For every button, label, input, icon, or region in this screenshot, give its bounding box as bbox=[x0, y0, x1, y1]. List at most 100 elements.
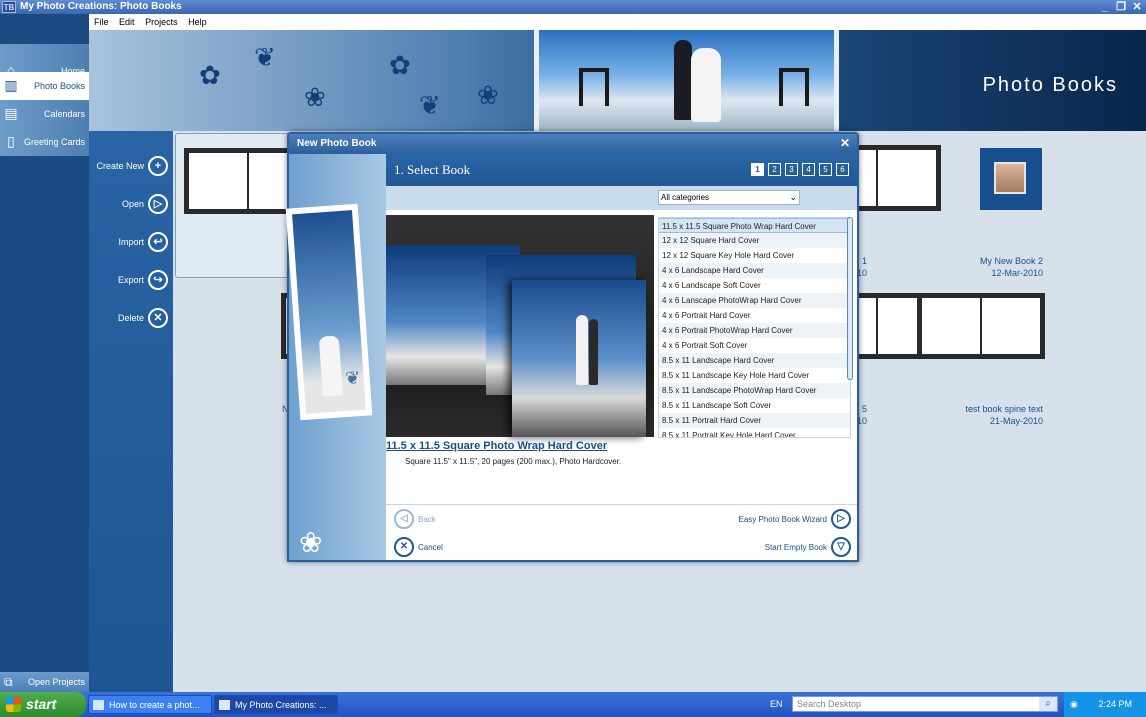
selected-book-description: Square 11.5" x 11.5", 20 pages (200 max.… bbox=[405, 457, 622, 466]
list-item[interactable]: 4 x 6 Landscape Soft Cover bbox=[659, 278, 850, 293]
windows-logo-icon bbox=[6, 697, 21, 712]
action-label: Create New bbox=[96, 161, 144, 171]
list-item[interactable]: 4 x 6 Lanscape PhotoWrap Hard Cover bbox=[659, 293, 850, 308]
minimize-button[interactable]: _ bbox=[1098, 0, 1112, 14]
search-icon[interactable]: ⌕ bbox=[1039, 697, 1057, 711]
book-name: test book spine text bbox=[965, 404, 1043, 414]
selected-book-name[interactable]: 11.5 x 11.5 Square Photo Wrap Hard Cover bbox=[386, 440, 607, 452]
delete-button[interactable]: Delete ✕ bbox=[118, 306, 168, 330]
network-icon[interactable]: ◉ bbox=[1070, 692, 1078, 717]
sidebar-item-greeting-cards[interactable]: ▯ Greeting Cards bbox=[0, 128, 89, 156]
step-4-button[interactable]: 4 bbox=[802, 163, 815, 176]
close-button[interactable]: ✕ bbox=[1130, 0, 1144, 14]
clock[interactable]: 2:24 PM bbox=[1098, 699, 1132, 709]
menu-bar: File Edit Projects Help bbox=[89, 14, 1146, 30]
play-icon: ▷ bbox=[148, 194, 168, 214]
step-3-button[interactable]: 3 bbox=[785, 163, 798, 176]
menu-projects[interactable]: Projects bbox=[142, 14, 181, 30]
list-item[interactable]: 12 x 12 Square Key Hole Hard Cover bbox=[659, 248, 850, 263]
new-photo-book-dialog: New Photo Book ✕ ❦ ❀ 1. Select Book 1 2 … bbox=[285, 132, 859, 562]
empty-label: Start Empty Book bbox=[764, 542, 827, 552]
menu-help[interactable]: Help bbox=[185, 14, 210, 30]
sidebar-item-label: Calendars bbox=[43, 109, 85, 119]
export-button[interactable]: Export ↪ bbox=[118, 268, 168, 292]
list-item[interactable]: 4 x 6 Portrait Hard Cover bbox=[659, 308, 850, 323]
start-label: start bbox=[26, 696, 57, 712]
easy-wizard-button[interactable]: Easy Photo Book Wizard ▷ bbox=[739, 509, 851, 529]
list-item[interactable]: 8.5 x 11 Landscape PhotoWrap Hard Cover bbox=[659, 383, 850, 398]
dialog-title: New Photo Book bbox=[297, 138, 377, 149]
cancel-x-icon: ✕ bbox=[394, 537, 414, 557]
task-label: How to create a phot... bbox=[109, 700, 200, 710]
book-card-selected[interactable] bbox=[175, 133, 312, 278]
wizard-label: Easy Photo Book Wizard bbox=[738, 514, 827, 524]
list-item[interactable]: 12 x 12 Square Hard Cover bbox=[659, 233, 850, 248]
maximize-button[interactable]: ❐ bbox=[1114, 0, 1128, 14]
dialog-button-area: ◁ Back ✕ Cancel Easy Photo Book Wizard ▷… bbox=[386, 505, 857, 560]
butterfly-decoration-icon: ❦ bbox=[419, 90, 441, 120]
flower-decoration-icon: ✿ bbox=[199, 60, 221, 90]
menu-edit[interactable]: Edit bbox=[116, 14, 138, 30]
start-empty-book-button[interactable]: Start Empty Book ▽ bbox=[765, 537, 851, 557]
bride-figure bbox=[691, 48, 721, 122]
sidebar-item-calendars[interactable]: ▤ Calendars bbox=[0, 100, 89, 128]
cancel-button[interactable]: ✕ Cancel bbox=[394, 537, 443, 557]
book-list-scrollbar[interactable] bbox=[847, 217, 853, 380]
app-icon: TB bbox=[2, 1, 16, 13]
list-item[interactable]: 8.5 x 11 Landscape Hard Cover bbox=[659, 353, 850, 368]
start-button[interactable]: start bbox=[0, 692, 86, 717]
list-item[interactable]: 8.5 x 11 Portrait Key Hole Hard Cover bbox=[659, 428, 850, 437]
list-item[interactable]: 4 x 6 Portrait PhotoWrap Hard Cover bbox=[659, 323, 850, 338]
category-bar: All categories ⌄ bbox=[386, 186, 857, 210]
import-button[interactable]: Import ↩ bbox=[118, 230, 168, 254]
list-item[interactable]: 8.5 x 11 Landscape Soft Cover bbox=[659, 398, 850, 413]
open-projects-label: Open Projects bbox=[27, 677, 85, 687]
category-select[interactable]: All categories ⌄ bbox=[658, 190, 800, 205]
step-2-button[interactable]: 2 bbox=[768, 163, 781, 176]
list-item[interactable]: 11.5 x 11.5 Square Photo Wrap Hard Cover bbox=[659, 218, 850, 233]
taskbar-item-photo-creations[interactable]: My Photo Creations: ... bbox=[214, 695, 338, 714]
flower-decoration-icon: ✿ bbox=[389, 50, 411, 80]
book-date: 21-May-2010 bbox=[989, 416, 1043, 426]
flower-decoration-icon: ❀ bbox=[477, 80, 499, 110]
header-banner: ✿ ❦ ❀ ✿ ❦ ❀ Photo Books bbox=[89, 30, 1146, 131]
window-titlebar: TB My Photo Creations: Photo Books _ ❐ ✕ bbox=[0, 0, 1146, 14]
action-label: Open bbox=[121, 199, 144, 209]
projects-icon: ⧉ bbox=[4, 675, 13, 689]
list-item[interactable]: 4 x 6 Landscape Hard Cover bbox=[659, 263, 850, 278]
dialog-close-icon[interactable]: ✕ bbox=[839, 137, 851, 149]
sidebar-item-photo-books[interactable]: ▥ Photo Books bbox=[0, 72, 89, 100]
child-photo bbox=[994, 162, 1026, 194]
actions-panel: Create New + Open ▷ Import ↩ Export ↪ De… bbox=[89, 131, 173, 692]
back-label: Back bbox=[418, 514, 436, 524]
open-projects-button[interactable]: ⧉ Open Projects bbox=[0, 672, 89, 692]
dialog-decorative-panel: ❦ ❀ bbox=[285, 154, 386, 560]
action-label: Delete bbox=[117, 313, 144, 323]
book-cover-thumbnail[interactable] bbox=[980, 148, 1042, 210]
book-label: test book spine text 21-May-2010 bbox=[947, 403, 1043, 427]
book-date: 12-Mar-2010 bbox=[991, 268, 1043, 278]
open-button[interactable]: Open ▷ bbox=[122, 192, 168, 216]
delete-icon: ✕ bbox=[148, 308, 168, 328]
book-type-list[interactable]: 11.5 x 11.5 Square Photo Wrap Hard Cover… bbox=[658, 217, 851, 438]
step-5-button[interactable]: 5 bbox=[819, 163, 832, 176]
create-new-button[interactable]: Create New + bbox=[96, 154, 168, 178]
step-6-button[interactable]: 6 bbox=[836, 163, 849, 176]
browser-icon bbox=[93, 700, 104, 710]
back-button[interactable]: ◁ Back bbox=[394, 509, 436, 529]
taskbar-item-browser[interactable]: How to create a phot... bbox=[88, 695, 212, 714]
list-item[interactable]: 8.5 x 11 Portrait Hard Cover bbox=[659, 413, 850, 428]
list-item[interactable]: 4 x 6 Portrait Soft Cover bbox=[659, 338, 850, 353]
language-indicator[interactable]: EN bbox=[770, 692, 783, 717]
butterfly-decoration-icon: ❦ bbox=[254, 42, 276, 72]
list-item[interactable]: 8.5 x 11 Landscape Key Hole Hard Cover bbox=[659, 368, 850, 383]
pier-post bbox=[579, 68, 609, 106]
menu-file[interactable]: File bbox=[91, 14, 112, 30]
step-1-button[interactable]: 1 bbox=[751, 163, 764, 176]
book-thumbnail[interactable] bbox=[917, 293, 1045, 359]
step-title: 1. Select Book bbox=[394, 162, 471, 177]
desktop-search-input[interactable]: Search Desktop ⌕ bbox=[792, 696, 1058, 712]
book-page bbox=[189, 153, 247, 209]
import-icon: ↩ bbox=[148, 232, 168, 252]
couple-figure bbox=[318, 335, 343, 397]
